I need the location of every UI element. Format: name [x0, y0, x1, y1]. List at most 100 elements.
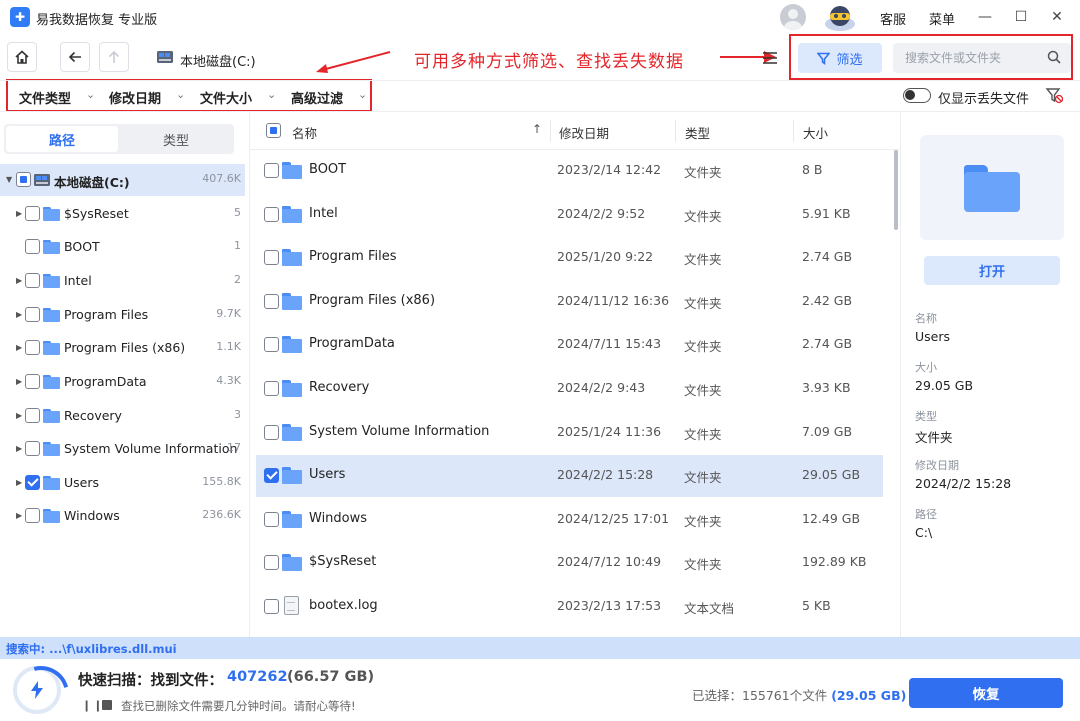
caret-right-icon[interactable]: ▶	[16, 310, 22, 319]
tree-item-recovery[interactable]: ▶ Recovery 3	[0, 400, 245, 432]
table-row[interactable]: BOOT 2023/2/14 12:42 文件夹 8 B	[256, 150, 883, 192]
sort-ascending-icon[interactable]: ↑	[532, 122, 542, 136]
tab-type[interactable]: 类型	[120, 126, 232, 152]
tree-item-checkbox[interactable]	[25, 206, 40, 221]
tree-item-system-volume-information[interactable]: ▶ System Volume Information 17	[0, 433, 245, 465]
row-checkbox[interactable]	[264, 163, 279, 178]
chevron-down-icon[interactable]: ⌄	[358, 88, 367, 101]
tree-item-program-files-x86[interactable]: ▶ Program Files (x86) 1.1K	[0, 332, 245, 364]
stop-icon[interactable]	[102, 700, 112, 710]
lost-files-toggle[interactable]	[903, 88, 931, 103]
row-checkbox[interactable]	[264, 468, 279, 483]
filter-modified-date[interactable]: 修改日期	[109, 88, 161, 107]
title-bar: ✚ 易我数据恢复 专业版 客服 菜单 — ☐ ✕	[0, 0, 1080, 34]
mascot-icon[interactable]	[822, 2, 858, 32]
column-header-date[interactable]: 修改日期	[559, 123, 609, 142]
home-button[interactable]	[7, 42, 37, 72]
table-row[interactable]: Windows 2024/12/25 17:01 文件夹 12.49 GB	[256, 499, 883, 541]
tree-item-boot[interactable]: BOOT 1	[0, 231, 245, 263]
chevron-down-icon[interactable]: ⌄	[86, 88, 95, 101]
table-row[interactable]: Program Files (x86) 2024/11/12 16:36 文件夹…	[256, 281, 883, 323]
tree-item-checkbox[interactable]	[25, 239, 40, 254]
column-header-size[interactable]: 大小	[803, 123, 828, 142]
lost-files-toggle-label: 仅显示丢失文件	[938, 92, 1030, 107]
caret-right-icon[interactable]: ▶	[16, 511, 22, 520]
recover-button[interactable]: 恢复	[909, 678, 1063, 708]
tree-root[interactable]: ▼ 本地磁盘(C:) 407.6K	[0, 164, 245, 196]
table-row[interactable]: $SysReset 2024/7/12 10:49 文件夹 192.89 KB	[256, 542, 883, 584]
search-input[interactable]	[893, 43, 1043, 73]
up-button[interactable]	[99, 42, 129, 72]
tree-item-checkbox[interactable]	[25, 374, 40, 389]
table-row[interactable]: Program Files 2025/1/20 9:22 文件夹 2.74 GB	[256, 237, 883, 279]
chevron-down-icon[interactable]: ⌄	[176, 88, 185, 101]
customer-service-link[interactable]: 客服	[880, 9, 906, 28]
column-header-type[interactable]: 类型	[685, 123, 710, 142]
filter-advanced[interactable]: 高级过滤	[291, 88, 343, 107]
row-checkbox[interactable]	[264, 599, 279, 614]
back-button[interactable]	[60, 42, 90, 72]
menu-link[interactable]: 菜单	[929, 9, 955, 28]
tree-item-programdata[interactable]: ▶ ProgramData 4.3K	[0, 366, 245, 398]
filter-file-type[interactable]: 文件类型	[19, 88, 71, 107]
row-size: 3.93 KB	[802, 380, 851, 395]
scan-progress-icon	[13, 666, 61, 714]
tree-root-checkbox[interactable]	[16, 172, 31, 187]
caret-right-icon[interactable]: ▶	[16, 343, 22, 352]
table-row[interactable]: Intel 2024/2/2 9:52 文件夹 5.91 KB	[256, 194, 883, 236]
close-button[interactable]: ✕	[1046, 6, 1068, 28]
column-divider[interactable]	[793, 120, 794, 142]
caret-right-icon[interactable]: ▶	[16, 276, 22, 285]
column-header-name[interactable]: 名称	[292, 123, 317, 142]
tree-item-intel[interactable]: ▶ Intel 2	[0, 265, 245, 297]
search-icon[interactable]	[1047, 50, 1061, 64]
clear-filter-icon[interactable]	[1045, 86, 1063, 104]
column-divider[interactable]	[675, 120, 676, 142]
table-row[interactable]: bootex.log 2023/2/13 17:53 文本文档 5 KB	[256, 586, 883, 628]
row-checkbox[interactable]	[264, 381, 279, 396]
tree-item-checkbox[interactable]	[25, 273, 40, 288]
open-button[interactable]: 打开	[924, 256, 1060, 285]
folder-icon	[43, 308, 60, 322]
caret-down-icon[interactable]: ▼	[6, 175, 12, 184]
tree-item-sysreset[interactable]: ▶ $SysReset 5	[0, 198, 245, 230]
maximize-button[interactable]: ☐	[1010, 6, 1032, 28]
row-checkbox[interactable]	[264, 337, 279, 352]
tree-item-checkbox[interactable]	[25, 340, 40, 355]
tree-item-checkbox[interactable]	[25, 475, 40, 490]
caret-right-icon[interactable]: ▶	[16, 444, 22, 453]
row-name: Intel	[309, 206, 338, 221]
row-checkbox[interactable]	[264, 294, 279, 309]
select-all-checkbox[interactable]	[266, 123, 281, 138]
table-row[interactable]: ProgramData 2024/7/11 15:43 文件夹 2.74 GB	[256, 324, 883, 366]
tree-item-checkbox[interactable]	[25, 441, 40, 456]
row-checkbox[interactable]	[264, 512, 279, 527]
tree-item-checkbox[interactable]	[25, 307, 40, 322]
minimize-button[interactable]: —	[974, 6, 996, 28]
table-row[interactable]: Recovery 2024/2/2 9:43 文件夹 3.93 KB	[256, 368, 883, 410]
tree-item-program-files[interactable]: ▶ Program Files 9.7K	[0, 299, 245, 331]
row-checkbox[interactable]	[264, 425, 279, 440]
tab-path[interactable]: 路径	[6, 126, 118, 152]
tree-item-checkbox[interactable]	[25, 408, 40, 423]
caret-right-icon[interactable]: ▶	[16, 209, 22, 218]
tree-item-checkbox[interactable]	[25, 508, 40, 523]
user-avatar[interactable]	[780, 4, 806, 30]
row-checkbox[interactable]	[264, 250, 279, 265]
list-scrollbar[interactable]	[894, 150, 898, 230]
chevron-down-icon[interactable]: ⌄	[267, 88, 276, 101]
caret-right-icon[interactable]: ▶	[16, 377, 22, 386]
row-checkbox[interactable]	[264, 555, 279, 570]
table-row[interactable]: Users 2024/2/2 15:28 文件夹 29.05 GB	[256, 455, 883, 497]
tree-item-windows[interactable]: ▶ Windows 236.6K	[0, 500, 245, 532]
filter-file-size[interactable]: 文件大小	[200, 88, 252, 107]
search-box[interactable]	[893, 43, 1071, 73]
column-divider[interactable]	[550, 120, 551, 142]
caret-right-icon[interactable]: ▶	[16, 478, 22, 487]
caret-right-icon[interactable]: ▶	[16, 411, 22, 420]
row-checkbox[interactable]	[264, 207, 279, 222]
tree-item-users[interactable]: ▶ Users 155.8K	[0, 467, 245, 499]
filter-button[interactable]: 筛选	[798, 43, 882, 73]
table-row[interactable]: System Volume Information 2025/1/24 11:3…	[256, 412, 883, 454]
list-view-icon[interactable]	[762, 51, 778, 65]
